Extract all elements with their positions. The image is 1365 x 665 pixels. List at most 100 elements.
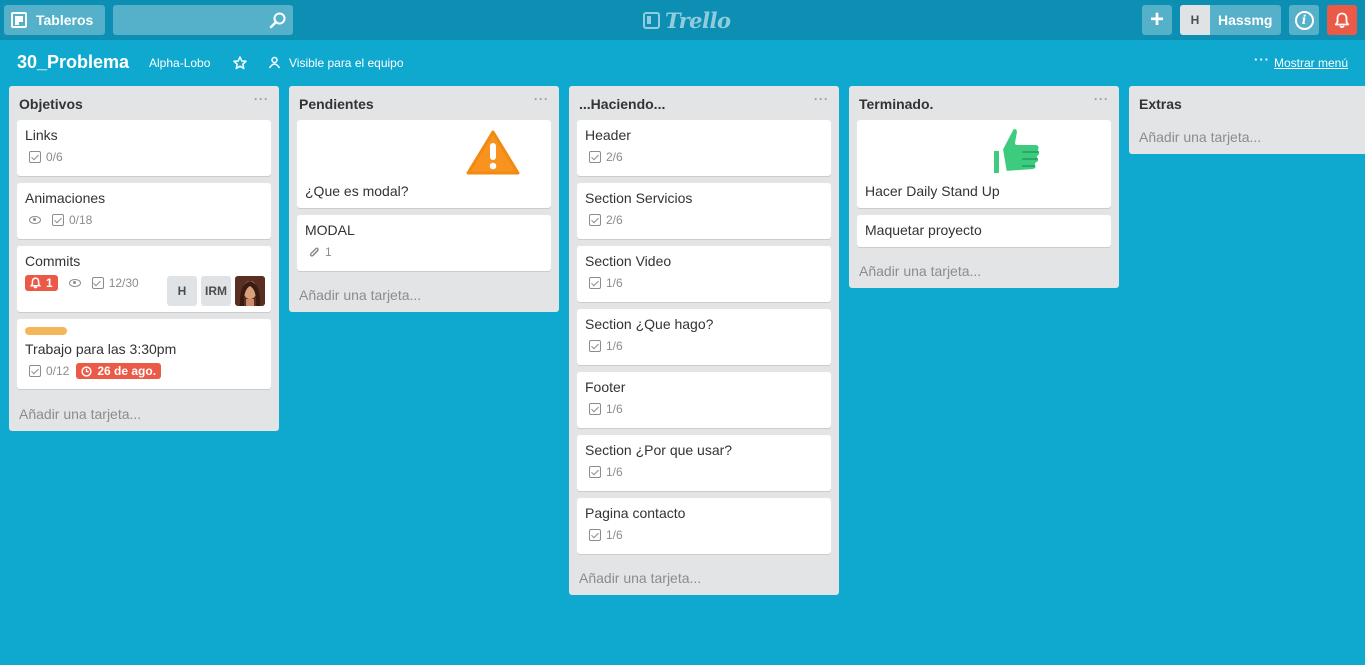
attachment-badge: 1 xyxy=(309,245,332,259)
checklist-count: 0/18 xyxy=(69,213,93,227)
checklist-count: 1/6 xyxy=(606,339,623,353)
card-footer[interactable]: Footer 1/6 xyxy=(577,372,831,428)
warning-sticker-icon xyxy=(462,126,524,178)
logo-text: Trello xyxy=(665,7,731,33)
paperclip-icon xyxy=(309,247,319,257)
checklist-count: 1/6 xyxy=(606,528,623,542)
member-photo-avatar[interactable] xyxy=(235,276,265,306)
add-button[interactable]: + xyxy=(1142,5,1172,35)
team-name[interactable]: Alpha-Lobo xyxy=(149,56,210,70)
card-title: MODAL xyxy=(305,222,355,238)
checklist-icon xyxy=(589,466,601,478)
checklist-icon xyxy=(29,151,41,163)
member-name: Hassmg xyxy=(1218,12,1273,28)
menu-dots-icon[interactable]: ··· xyxy=(1254,52,1270,67)
add-card-link[interactable]: Añadir una tarjeta... xyxy=(579,570,701,586)
card-commits[interactable]: Commits 1 12/30 H IRM xyxy=(17,246,271,312)
card-badges: 1/6 xyxy=(589,402,623,416)
member-avatar[interactable]: H xyxy=(167,276,197,306)
card-que-es-modal[interactable]: ¿Que es modal? xyxy=(297,120,551,208)
checklist-icon xyxy=(91,277,104,289)
card-label[interactable] xyxy=(25,327,67,335)
list-title[interactable]: Pendientes xyxy=(299,96,374,112)
card-trabajo[interactable]: Trabajo para las 3:30pm 0/12 26 de ago. xyxy=(17,319,271,389)
notifications-button[interactable] xyxy=(1327,5,1357,35)
checklist-icon xyxy=(589,529,601,541)
add-card-link[interactable]: Añadir una tarjeta... xyxy=(859,263,981,279)
add-card-link[interactable]: Añadir una tarjeta... xyxy=(1139,129,1261,145)
add-card-link[interactable]: Añadir una tarjeta... xyxy=(19,406,141,422)
thumbs-up-sticker-icon xyxy=(990,125,1044,177)
card-section-servicios[interactable]: Section Servicios 2/6 xyxy=(577,183,831,239)
card-section-que-hago[interactable]: Section ¿Que hago? 1/6 xyxy=(577,309,831,365)
trello-logo-icon xyxy=(643,11,660,29)
card-pagina-contacto[interactable]: Pagina contacto 1/6 xyxy=(577,498,831,554)
info-button[interactable]: i xyxy=(1289,5,1319,35)
checklist-icon xyxy=(589,340,601,352)
card-daily-stand-up[interactable]: Hacer Daily Stand Up xyxy=(857,120,1111,208)
list-menu-icon[interactable]: ··· xyxy=(1094,92,1109,106)
list-title[interactable]: Objetivos xyxy=(19,96,83,112)
checklist-badge: 1/6 xyxy=(589,402,623,416)
card-modal[interactable]: MODAL 1 xyxy=(297,215,551,271)
checklist-icon xyxy=(589,151,601,163)
boards-button[interactable]: Tableros xyxy=(4,5,105,35)
list-pendientes: Pendientes ··· ¿Que es modal? MODAL 1 Añ… xyxy=(289,86,559,312)
card-section-video[interactable]: Section Video 1/6 xyxy=(577,246,831,302)
list-menu-icon[interactable]: ··· xyxy=(254,92,269,106)
due-date: 26 de ago. xyxy=(97,364,157,378)
checklist-badge: 1/6 xyxy=(589,339,623,353)
list-title[interactable]: Terminado. xyxy=(859,96,933,112)
member-avatar[interactable]: IRM xyxy=(201,276,231,306)
card-section-por-que-usar[interactable]: Section ¿Por que usar? 1/6 xyxy=(577,435,831,491)
card-maquetar-proyecto[interactable]: Maquetar proyecto xyxy=(857,215,1111,247)
card-badges: 1 12/30 xyxy=(25,275,139,291)
list-menu-icon[interactable]: ··· xyxy=(814,92,829,106)
boards-label: Tableros xyxy=(36,12,94,28)
card-title: ¿Que es modal? xyxy=(305,183,409,199)
checklist-count: 0/6 xyxy=(46,150,63,164)
visibility-label[interactable]: Visible para el equipo xyxy=(289,56,404,70)
star-icon[interactable] xyxy=(233,56,247,70)
checklist-badge: 1/6 xyxy=(589,465,623,479)
card-animaciones[interactable]: Animaciones 0/18 xyxy=(17,183,271,239)
card-title: Section ¿Por que usar? xyxy=(585,442,733,458)
list-title[interactable]: ...Haciendo... xyxy=(579,96,665,112)
member-menu-button[interactable]: H Hassmg xyxy=(1180,5,1281,35)
board-title[interactable]: 30_Problema xyxy=(17,52,129,73)
checklist-badge: 1/6 xyxy=(589,276,623,290)
checklist-icon xyxy=(52,214,64,226)
due-date-badge: 26 de ago. xyxy=(76,363,162,379)
card-title: Links xyxy=(25,127,58,143)
card-header[interactable]: Header 2/6 xyxy=(577,120,831,176)
add-card-link[interactable]: Añadir una tarjeta... xyxy=(299,287,421,303)
bell-icon xyxy=(30,277,41,289)
search-input[interactable] xyxy=(113,5,293,35)
list-title[interactable]: Extras xyxy=(1139,96,1182,112)
show-menu-link[interactable]: Mostrar menú xyxy=(1274,56,1348,70)
card-badges: 0/18 xyxy=(29,213,92,227)
list-menu-icon[interactable]: ··· xyxy=(534,92,549,106)
team-visibility-icon[interactable] xyxy=(268,56,281,69)
checklist-badge: 0/18 xyxy=(52,213,92,227)
card-title: Animaciones xyxy=(25,190,106,206)
card-links[interactable]: Links 0/6 xyxy=(17,120,271,176)
board-icon xyxy=(11,12,27,28)
checklist-count: 0/12 xyxy=(46,364,70,378)
card-title: Section Video xyxy=(585,253,672,269)
card-badges: 1/6 xyxy=(589,528,623,542)
search-icon[interactable] xyxy=(269,11,287,29)
checklist-count: 12/30 xyxy=(108,276,139,290)
bell-icon xyxy=(1334,12,1350,28)
trello-logo[interactable]: Trello xyxy=(643,7,731,33)
notification-count: 1 xyxy=(46,276,53,290)
list-objetivos: Objetivos ··· Links 0/6 Animaciones 0/18… xyxy=(9,86,279,431)
checklist-badge: 0/6 xyxy=(29,150,63,164)
card-title: Maquetar proyecto xyxy=(865,222,982,238)
checklist-icon xyxy=(29,365,41,377)
card-title: Pagina contacto xyxy=(585,505,686,521)
card-badges: 1/6 xyxy=(589,276,623,290)
card-title: Trabajo para las 3:30pm xyxy=(25,341,177,357)
card-badges: 1/6 xyxy=(589,465,623,479)
card-title: Hacer Daily Stand Up xyxy=(865,183,1000,199)
